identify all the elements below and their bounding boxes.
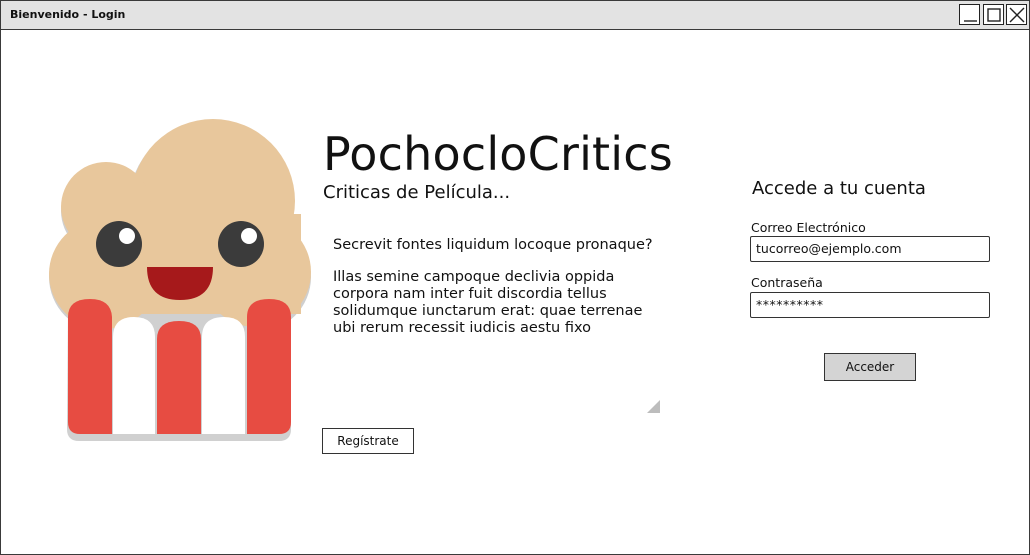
password-field[interactable]: **********: [750, 292, 990, 318]
minimize-icon: [964, 20, 977, 22]
register-button[interactable]: Regístrate: [322, 428, 414, 454]
description-text-area[interactable]: Secrevit fontes liquidum locoque pronaqu…: [322, 229, 662, 414]
title-bar[interactable]: Bienvenido - Login: [1, 1, 1029, 30]
password-label: Contraseña: [751, 275, 823, 290]
close-icon: [1009, 7, 1025, 23]
email-field[interactable]: tucorreo@ejemplo.com: [750, 236, 990, 262]
app-name: PochocloCritics: [323, 127, 673, 181]
email-label: Correo Electrónico: [751, 220, 866, 235]
maximize-button[interactable]: [983, 4, 1004, 25]
app-tagline: Criticas de Película...: [323, 182, 511, 203]
resize-grip-icon[interactable]: [646, 399, 660, 413]
login-button[interactable]: Acceder: [824, 353, 916, 381]
minimize-button[interactable]: [959, 4, 980, 25]
popcorn-icon: [49, 119, 311, 441]
close-button[interactable]: [1006, 4, 1027, 25]
login-title: Accede a tu cuenta: [752, 178, 926, 199]
maximize-icon: [987, 8, 1001, 22]
login-window: Bienvenido - Login PochocloCritics Criti…: [0, 0, 1030, 555]
description-paragraph: Illas semine campoque declivia oppida co…: [333, 269, 643, 336]
description-paragraph: Secrevit fontes liquidum locoque pronaqu…: [333, 237, 653, 253]
window-title: Bienvenido - Login: [10, 8, 126, 21]
